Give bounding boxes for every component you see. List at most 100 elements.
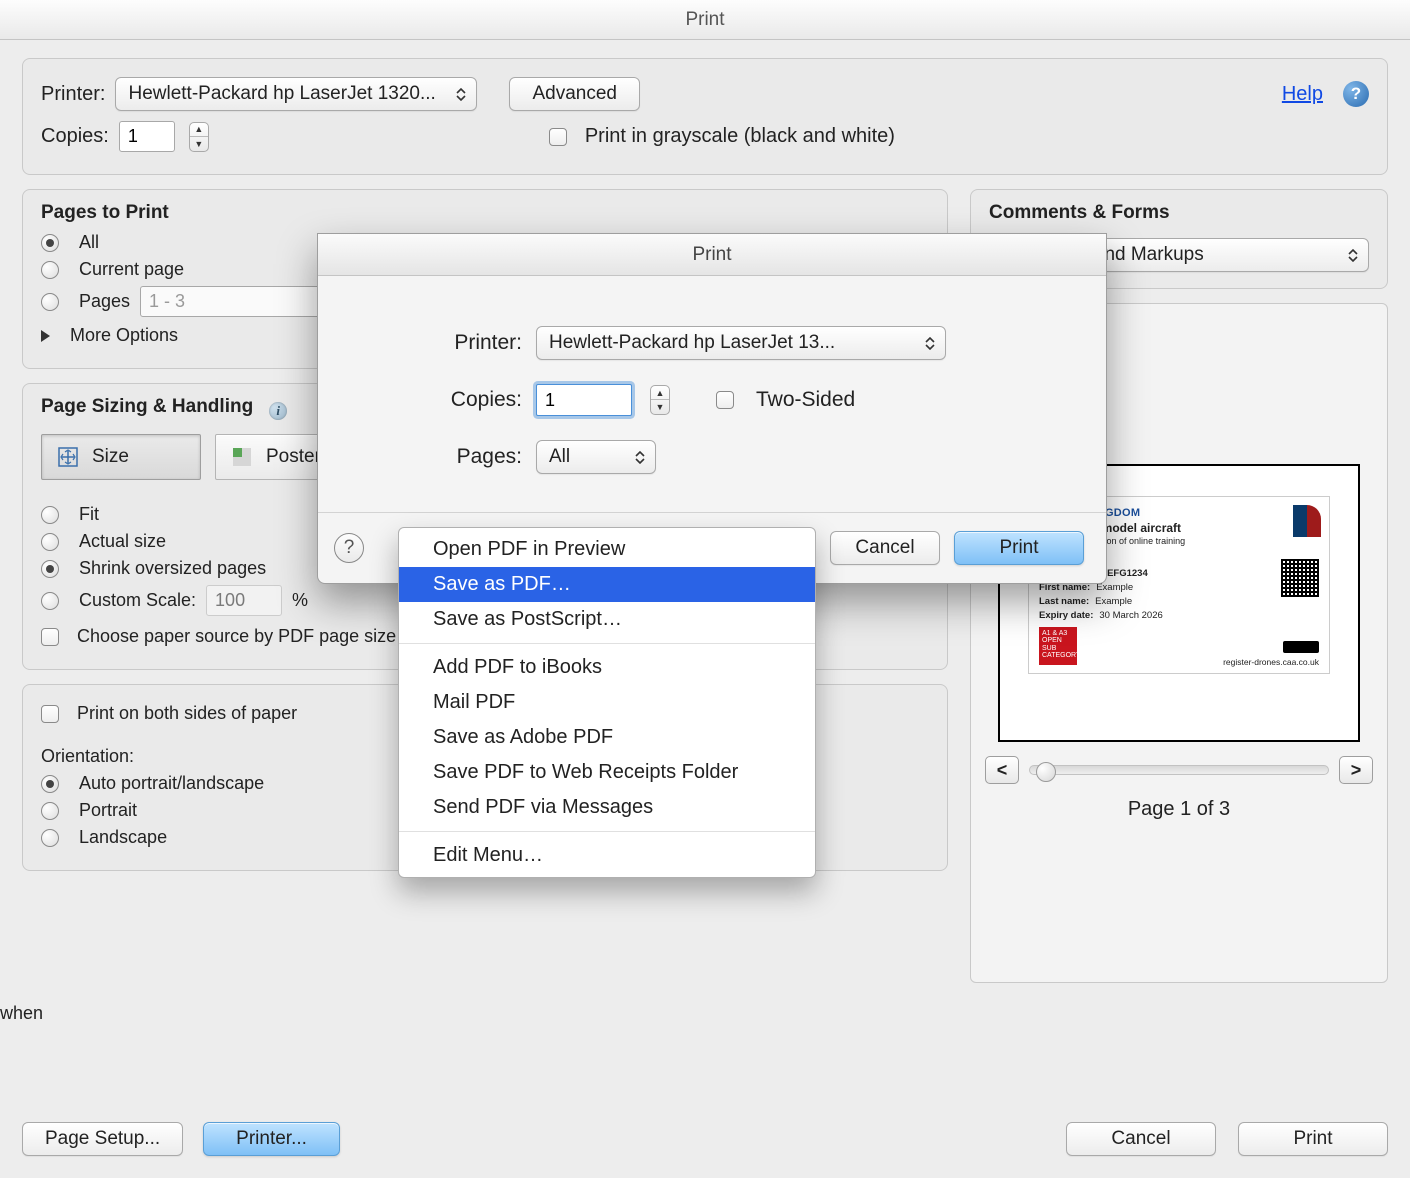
orient-auto-radio[interactable]: [41, 775, 59, 793]
pages-all-radio[interactable]: [41, 234, 59, 252]
size-seg-button[interactable]: Size: [41, 434, 201, 480]
disclosure-icon[interactable]: [41, 330, 50, 342]
orient-landscape-label: Landscape: [79, 827, 167, 848]
sheet-copies-input[interactable]: [536, 384, 632, 416]
menu-mail-pdf[interactable]: Mail PDF: [399, 685, 815, 720]
thumb-last-label: Last name:: [1039, 596, 1089, 607]
preview-prev-button[interactable]: <: [985, 756, 1019, 784]
menu-separator: [399, 831, 815, 832]
sheet-title: Print: [318, 234, 1106, 276]
custom-scale-input[interactable]: [206, 585, 282, 616]
copies-stepper[interactable]: ▲ ▼: [189, 122, 209, 152]
pages-all-label: All: [79, 232, 99, 253]
sheet-copies-stepper[interactable]: ▲ ▼: [650, 385, 670, 415]
thumb-expiry-label: Expiry date:: [1039, 610, 1093, 621]
pages-range-label: Pages: [79, 291, 130, 312]
sheet-pages-select[interactable]: All: [536, 440, 656, 474]
shrink-radio[interactable]: [41, 560, 59, 578]
preview-page-status: Page 1 of 3: [985, 798, 1373, 821]
printer-system-button[interactable]: Printer...: [203, 1122, 340, 1156]
comments-heading: Comments & Forms: [989, 202, 1369, 224]
printer-label: Printer:: [41, 83, 105, 106]
sheet-pages-value: All: [549, 446, 570, 468]
cc-icon: [1283, 641, 1319, 653]
menu-separator: [399, 643, 815, 644]
sheet-printer-label: Printer:: [344, 331, 522, 355]
menu-add-ibooks[interactable]: Add PDF to iBooks: [399, 650, 815, 685]
menu-via-messages[interactable]: Send PDF via Messages: [399, 790, 815, 825]
advanced-button[interactable]: Advanced: [509, 77, 640, 111]
pages-range-input[interactable]: [140, 286, 340, 317]
page-setup-button[interactable]: Page Setup...: [22, 1122, 183, 1156]
thumb-last-value: Example: [1095, 596, 1132, 607]
two-sided-checkbox[interactable]: [716, 391, 734, 409]
stepper-down-icon[interactable]: ▼: [651, 400, 669, 414]
sheet-cancel-button[interactable]: Cancel: [830, 531, 940, 565]
two-sided-label: Two-Sided: [756, 388, 855, 412]
print-button[interactable]: Print: [1238, 1122, 1388, 1156]
paper-source-checkbox[interactable]: [41, 628, 59, 646]
sizing-heading: Page Sizing & Handling: [41, 396, 253, 418]
qr-icon: [1281, 559, 1319, 597]
pages-heading: Pages to Print: [41, 202, 929, 224]
orientation-label: Orientation:: [41, 746, 134, 767]
printer-select[interactable]: Hewlett-Packard hp LaserJet 1320...: [115, 77, 477, 111]
grayscale-label: Print in grayscale (black and white): [585, 125, 895, 148]
thumb-url: register-drones.caa.co.uk: [1223, 657, 1319, 667]
stepper-up-icon[interactable]: ▲: [651, 386, 669, 400]
grayscale-checkbox[interactable]: [549, 128, 567, 146]
category-badge: A1 & A3 OPEN SUB CATEGORY: [1039, 627, 1077, 665]
size-icon: [56, 445, 80, 469]
size-seg-label: Size: [92, 446, 129, 468]
chevron-updown-icon: [923, 337, 937, 350]
stepper-up-icon[interactable]: ▲: [190, 123, 208, 137]
paper-source-label: Choose paper source by PDF page size: [77, 626, 396, 647]
menu-save-as-postscript[interactable]: Save as PostScript…: [399, 602, 815, 637]
fit-radio[interactable]: [41, 506, 59, 524]
orient-auto-label: Auto portrait/landscape: [79, 773, 264, 794]
sheet-help-icon[interactable]: ?: [334, 533, 364, 563]
menu-save-adobe[interactable]: Save as Adobe PDF: [399, 720, 815, 755]
chevron-updown-icon: [454, 88, 468, 101]
actual-radio[interactable]: [41, 533, 59, 551]
both-sides-checkbox[interactable]: [41, 705, 59, 723]
thumb-first-value: Example: [1096, 582, 1133, 593]
info-icon[interactable]: i: [269, 402, 287, 420]
printer-select-value: Hewlett-Packard hp LaserJet 1320...: [128, 83, 435, 105]
orient-portrait-radio[interactable]: [41, 802, 59, 820]
help-icon[interactable]: ?: [1343, 81, 1369, 107]
preview-next-button[interactable]: >: [1339, 756, 1373, 784]
sheet-print-button[interactable]: Print: [954, 531, 1084, 565]
pdf-menu: Open PDF in Preview Save as PDF… Save as…: [398, 527, 816, 878]
sheet-copies-label: Copies:: [344, 388, 522, 412]
both-sides-label: Print on both sides of paper: [77, 703, 297, 724]
custom-radio[interactable]: [41, 592, 59, 610]
preview-zoom-slider[interactable]: [1029, 765, 1329, 775]
dialog-title: Print: [0, 0, 1410, 40]
copies-label: Copies:: [41, 125, 109, 148]
stepper-down-icon[interactable]: ▼: [190, 137, 208, 151]
copies-input[interactable]: [119, 121, 175, 152]
pages-current-radio[interactable]: [41, 261, 59, 279]
orient-portrait-label: Portrait: [79, 800, 137, 821]
chevron-updown-icon: [633, 451, 647, 464]
help-link[interactable]: Help: [1282, 83, 1323, 106]
poster-seg-label: Poster: [266, 446, 321, 468]
menu-open-preview[interactable]: Open PDF in Preview: [399, 532, 815, 567]
thumb-expiry-value: 30 March 2026: [1099, 610, 1162, 621]
more-options[interactable]: More Options: [70, 325, 178, 346]
actual-label: Actual size: [79, 531, 166, 552]
chevron-updown-icon: [1346, 249, 1360, 262]
cancel-button[interactable]: Cancel: [1066, 1122, 1216, 1156]
percent-label: %: [292, 590, 308, 611]
pages-range-radio[interactable]: [41, 293, 59, 311]
menu-edit-menu[interactable]: Edit Menu…: [399, 838, 815, 873]
menu-web-receipts[interactable]: Save PDF to Web Receipts Folder: [399, 755, 815, 790]
orient-landscape-radio[interactable]: [41, 829, 59, 847]
custom-label: Custom Scale:: [79, 590, 196, 611]
pages-current-label: Current page: [79, 259, 184, 280]
fit-label: Fit: [79, 504, 99, 525]
sheet-printer-select[interactable]: Hewlett-Packard hp LaserJet 13...: [536, 326, 946, 360]
caa-logo-icon: [1293, 505, 1321, 537]
menu-save-as-pdf[interactable]: Save as PDF…: [399, 567, 815, 602]
